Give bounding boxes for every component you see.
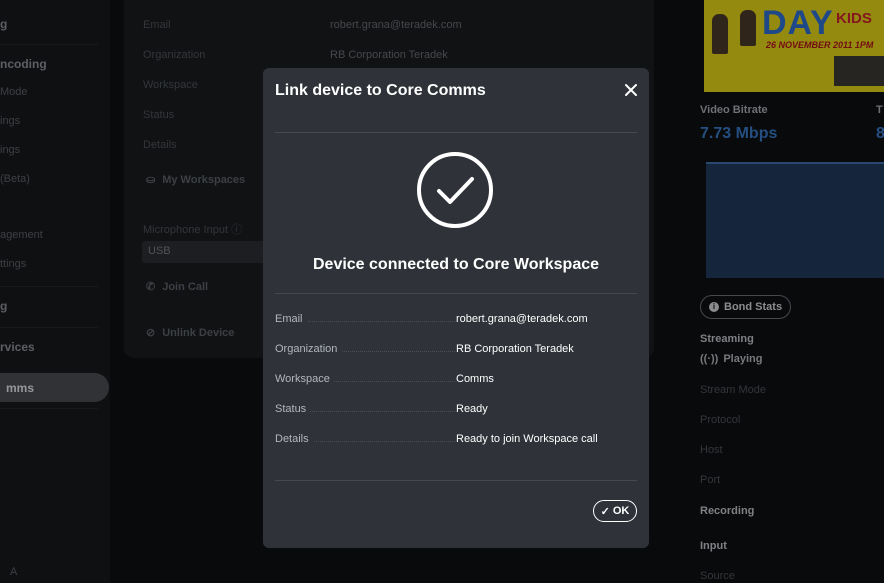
detail-value: robert.grana@teradek.com <box>456 313 588 325</box>
link-device-modal: Link device to Core Comms Device connect… <box>263 68 649 548</box>
detail-row-details: Details Ready to join Workspace call <box>275 433 623 449</box>
close-icon[interactable] <box>621 80 641 100</box>
detail-label: Organization <box>275 343 342 355</box>
check-circle-icon <box>415 150 495 230</box>
detail-row-organization: Organization RB Corporation Teradek <box>275 343 623 359</box>
detail-value: Ready to join Workspace call <box>456 433 598 445</box>
detail-row-status: Status Ready <box>275 403 623 419</box>
modal-title: Link device to Core Comms <box>275 82 486 99</box>
check-icon: ✓ <box>600 505 610 518</box>
detail-label: Email <box>275 313 307 325</box>
detail-label: Details <box>275 433 313 445</box>
modal-divider <box>275 132 637 133</box>
connection-status-heading: Device connected to Core Workspace <box>312 256 600 273</box>
modal-divider <box>275 293 637 294</box>
detail-value: Comms <box>456 373 494 385</box>
ok-button[interactable]: ✓ OK <box>593 500 637 522</box>
detail-row-workspace: Workspace Comms <box>275 373 623 389</box>
detail-label: Workspace <box>275 373 334 385</box>
detail-value: RB Corporation Teradek <box>456 343 574 355</box>
detail-row-email: Email robert.grana@teradek.com <box>275 313 623 329</box>
app-root: g ncoding Mode ings ings (Beta) agement … <box>0 0 884 583</box>
detail-label: Status <box>275 403 311 415</box>
modal-divider <box>275 480 637 481</box>
ok-button-label: OK <box>612 505 630 517</box>
detail-value: Ready <box>456 403 488 415</box>
